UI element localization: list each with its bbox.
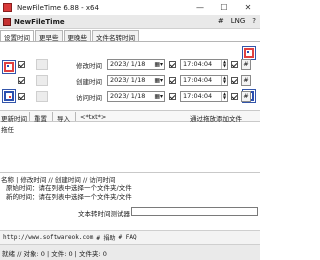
modified-time-value: 17:04:04 [183,60,213,68]
calendar-dropdown-icon[interactable]: ▦▾ [154,92,163,101]
tab-panel: 修改时间 2023/ 1/18 ▦▾ 17:04:04 ▲ ▼ # 创建时间 2023… [0,41,260,111]
file-list-hint: 拖任 [1,126,14,134]
calendar-icon-right[interactable] [242,46,256,60]
status-text: 就绪 // 对象: 0 | 文件: 0 | 文件夹: 0 [2,249,107,258]
created-enable-checkbox[interactable] [18,77,25,84]
modified-date-value: 2023/ 1/18 [110,60,146,68]
spinner-icon[interactable]: ▲ ▼ [221,60,227,69]
time-row-accessed: 访问时间 2023/ 1/18 ▦▾ 17:04:04 ▲ ▼ # [18,91,251,103]
calendar-icon-left[interactable] [2,60,16,74]
app-icon [3,3,12,12]
created-time-field[interactable]: 17:04:04 ▲ ▼ [180,75,228,86]
tester-label: 文本转时间测试器 [78,210,130,218]
accessed-time-checkbox[interactable] [231,93,238,100]
file-list[interactable]: 拖任 [0,122,260,172]
title-bar: NewFileTime 6.88 - x64 — ☐ ✕ [0,0,260,15]
created-date-checkbox[interactable] [169,77,176,84]
menu-language-item[interactable]: LNG [231,17,246,25]
close-button[interactable]: ✕ [236,0,260,15]
info-panel: 名称 | 修改时间 // 创建时间 // 访问时间 原始时间：请在列表中选择一个… [0,172,260,230]
maximize-button[interactable]: ☐ [212,0,236,15]
time-row-created: 创建时间 2023/ 1/18 ▦▾ 17:04:04 ▲ ▼ # [18,75,251,87]
menu-logo-icon[interactable] [3,17,11,26]
text-to-time-tester-input[interactable] [131,207,258,216]
calendar-icon-left-lower[interactable] [2,89,16,103]
spinner-icon[interactable]: ▲ ▼ [221,76,227,85]
calendar-dropdown-icon[interactable]: ▦▾ [154,60,163,69]
faq-link[interactable]: # FAQ [119,234,137,241]
created-time-checkbox[interactable] [231,77,238,84]
website-link[interactable]: http://www.softwareok.com [3,234,93,241]
modified-enable-checkbox[interactable] [18,61,25,68]
export-txt-button[interactable]: <*txt*> [80,113,106,121]
accessed-date-picker[interactable]: 2023/ 1/18 ▦▾ [107,91,165,102]
window-title: NewFileTime 6.88 - x64 [17,3,99,12]
action-toolbar: 更新时间 重置 导入 <*txt*> 通过拖放添加文件 [0,110,260,123]
status-bar: 就绪 // 对象: 0 | 文件: 0 | 文件夹: 0 [0,244,260,260]
new-time-line: 新的时间：请在列表中选择一个文件夹/文件 [6,193,132,201]
accessed-time-value: 17:04:04 [183,92,213,100]
accessed-time-field[interactable]: 17:04:04 ▲ ▼ [180,91,228,102]
menu-app-title[interactable]: NewFileTime [14,18,65,26]
toolbar-divider [75,112,76,121]
menu-hash-item[interactable]: # [218,17,224,25]
toolbar-divider [29,112,30,121]
modified-spacer [36,59,48,70]
calendar-dropdown-icon[interactable]: ▦▾ [154,76,163,85]
toolbar-divider [52,112,53,121]
modified-time-checkbox[interactable] [231,61,238,68]
link-bar: http://www.softwareok.com # 捐助 # FAQ [0,230,260,244]
modified-label: 修改时间 [76,62,102,70]
accessed-label: 访问时间 [76,94,102,102]
spinner-icon[interactable]: ▲ ▼ [221,92,227,101]
accessed-date-checkbox[interactable] [169,93,176,100]
accessed-spacer [36,91,48,102]
menu-help-item[interactable]: ? [252,17,256,25]
created-date-value: 2023/ 1/18 [110,76,146,84]
accessed-hash-button[interactable]: # [241,91,251,102]
modified-date-picker[interactable]: 2023/ 1/18 ▦▾ [107,59,165,70]
created-date-picker[interactable]: 2023/ 1/18 ▦▾ [107,75,165,86]
created-time-value: 17:04:04 [183,76,213,84]
modified-hash-button[interactable]: # [241,59,251,70]
created-spacer [36,75,48,86]
time-row-modified: 修改时间 2023/ 1/18 ▦▾ 17:04:04 ▲ ▼ # [18,59,251,71]
donate-link[interactable]: # 捐助 [96,233,115,242]
menu-bar: NewFileTime # LNG ? [0,15,260,29]
minimize-button[interactable]: — [188,0,212,15]
accessed-enable-checkbox[interactable] [18,93,25,100]
modified-date-checkbox[interactable] [169,61,176,68]
accessed-date-value: 2023/ 1/18 [110,92,146,100]
created-hash-button[interactable]: # [241,75,251,86]
created-label: 创建时间 [76,78,102,86]
modified-time-field[interactable]: 17:04:04 ▲ ▼ [180,59,228,70]
